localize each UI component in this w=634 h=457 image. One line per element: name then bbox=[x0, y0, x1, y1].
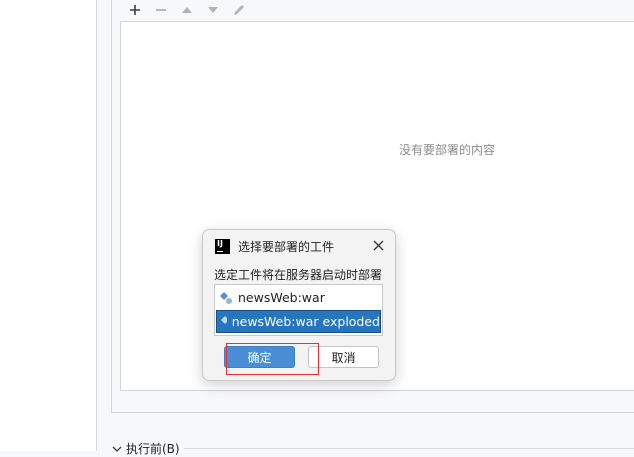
left-panel-divider bbox=[96, 0, 97, 451]
dialog-title-bar: IJ 选择要部署的工件 bbox=[215, 236, 334, 256]
add-icon bbox=[130, 5, 140, 15]
section-divider bbox=[184, 448, 634, 449]
chevron-down-icon bbox=[112, 446, 122, 452]
intellij-icon: IJ bbox=[215, 238, 230, 254]
left-panel bbox=[0, 0, 96, 451]
dialog-prompt: 选定工件将在服务器启动时部署 bbox=[214, 268, 383, 282]
artifact-item-label: newsWeb:war exploded bbox=[231, 314, 380, 329]
remove-button[interactable] bbox=[151, 1, 171, 19]
artifact-item-selected[interactable]: newsWeb:war exploded bbox=[216, 310, 381, 333]
arrow-down-icon bbox=[208, 7, 218, 13]
artifact-icon bbox=[220, 291, 232, 304]
before-launch-header[interactable]: 执行前(B) bbox=[112, 440, 180, 457]
move-up-button[interactable] bbox=[177, 1, 197, 19]
move-down-button[interactable] bbox=[203, 1, 223, 19]
pencil-icon bbox=[234, 5, 244, 15]
edit-button[interactable] bbox=[229, 1, 249, 19]
artifact-list[interactable]: newsWeb:war newsWeb:war exploded bbox=[214, 284, 383, 336]
artifact-item[interactable]: newsWeb:war bbox=[216, 286, 381, 309]
ok-button-highlight bbox=[226, 343, 319, 375]
close-icon bbox=[373, 240, 383, 250]
remove-icon bbox=[156, 9, 166, 11]
artifact-item-label: newsWeb:war bbox=[238, 290, 325, 305]
add-button[interactable] bbox=[125, 1, 145, 19]
deployment-toolbar bbox=[121, 0, 634, 20]
empty-deployment-text: 没有要部署的内容 bbox=[399, 143, 496, 157]
dialog-title: 选择要部署的工件 bbox=[238, 239, 335, 254]
close-button[interactable] bbox=[369, 236, 387, 254]
artifact-icon bbox=[221, 315, 227, 324]
arrow-up-icon bbox=[182, 7, 192, 13]
before-launch-label: 执行前(B) bbox=[126, 442, 180, 456]
